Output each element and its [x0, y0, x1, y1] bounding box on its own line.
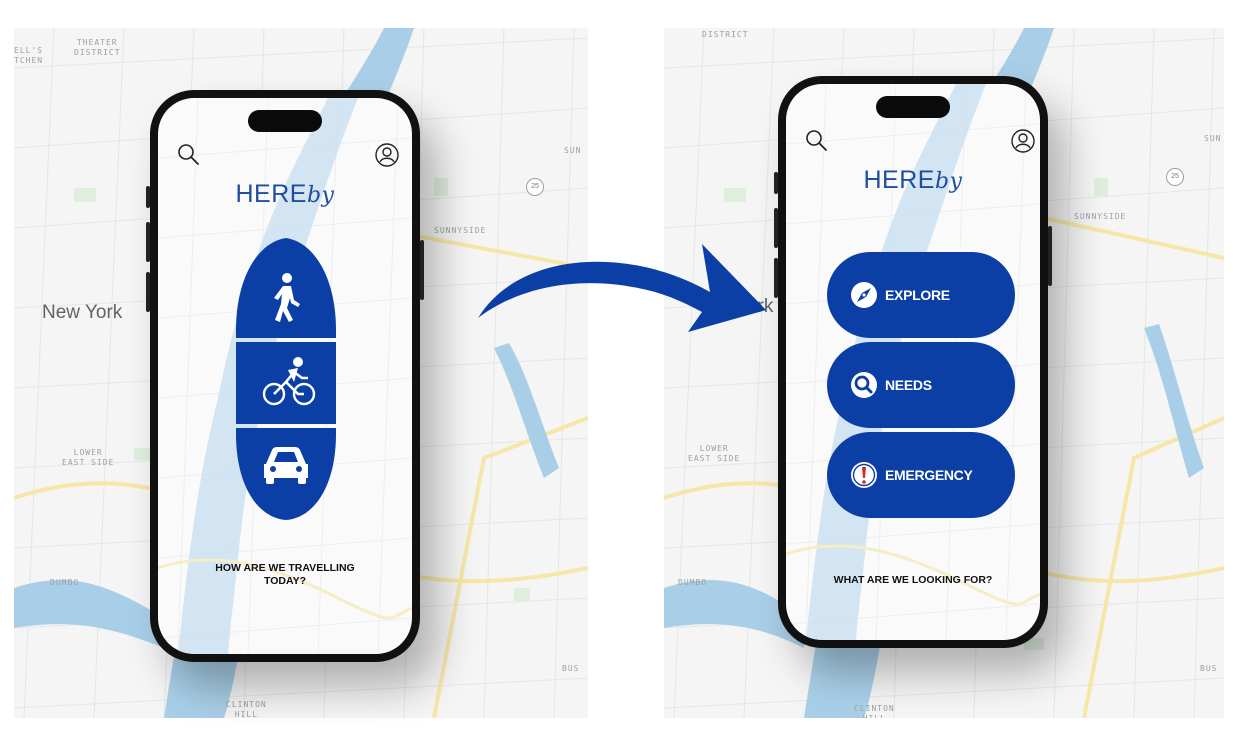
magnifier-icon	[851, 372, 877, 398]
travel-prompt-line2: TODAY?	[263, 575, 306, 587]
dynamic-island	[248, 110, 322, 132]
map-label-lower-east-side: LOWER EAST SIDE	[62, 448, 115, 467]
map-label-new-york: New York	[42, 302, 123, 323]
needs-button[interactable]: NEEDS	[827, 342, 1015, 428]
travel-prompt: HOW ARE WE TRAVELLING TODAY?	[158, 562, 412, 588]
emergency-button[interactable]: EMERGENCY	[827, 432, 1015, 518]
purpose-screen: HEREby EXPLORE NEEDS EMERGENCY WHAT ARE …	[786, 84, 1040, 640]
logo-script: by	[934, 169, 963, 194]
map-label-sun-right: SUN	[1204, 134, 1222, 143]
dynamic-island	[876, 96, 950, 118]
map-label-sunnyside-right: SUNNYSIDE	[1074, 212, 1127, 221]
travel-prompt-line1: HOW ARE WE TRAVELLING	[215, 562, 355, 574]
map-label-clinton-hill-right: CLINTON HILL	[854, 704, 895, 718]
map-label-theater-district-right: THEATER DISTRICT	[702, 28, 749, 39]
search-icon[interactable]	[804, 128, 830, 154]
mode-cycling-button[interactable]	[236, 342, 336, 424]
map-label-theater-district: THEATER DISTRICT	[74, 38, 121, 57]
map-label-bus: BUS	[562, 664, 580, 673]
map-label-lower-east-side-right: LOWER EAST SIDE	[688, 444, 741, 463]
route-25-badge-right: 25	[1166, 168, 1184, 186]
app-logo: HEREby	[158, 180, 412, 209]
map-label-dumbo: DUMBO	[50, 578, 80, 587]
map-label-dumbo-right: DUMBO	[678, 578, 708, 587]
purpose-prompt: WHAT ARE WE LOOKING FOR?	[833, 574, 993, 586]
app-logo: HEREby	[786, 166, 1040, 195]
profile-icon[interactable]	[374, 142, 400, 168]
explore-label: EXPLORE	[885, 287, 950, 303]
map-label-sun: SUN	[564, 146, 582, 155]
map-label-bus-right: BUS	[1200, 664, 1218, 673]
logo-main: HERE	[235, 180, 307, 208]
transition-arrow-icon	[478, 244, 766, 332]
explore-button[interactable]: EXPLORE	[827, 252, 1015, 338]
compass-icon	[851, 282, 877, 308]
travel-mode-selector	[236, 238, 336, 520]
phone-purpose: HEREby EXPLORE NEEDS EMERGENCY WHAT ARE …	[774, 76, 1052, 648]
needs-label: NEEDS	[885, 377, 932, 393]
profile-icon[interactable]	[1010, 128, 1036, 154]
search-icon[interactable]	[176, 142, 202, 168]
route-25-badge: 25	[526, 178, 544, 196]
travel-mode-screen: HEREby HOW ARE WE TRAVELLING TODAY?	[158, 98, 412, 654]
alert-icon	[851, 462, 877, 488]
phone-travel-mode: HEREby HOW ARE WE TRAVELLING TODAY?	[146, 90, 424, 662]
map-label-hells-kitchen: ELL'S TCHEN	[14, 46, 44, 65]
emergency-label: EMERGENCY	[885, 467, 973, 483]
logo-script: by	[306, 183, 335, 208]
mode-driving-button[interactable]	[236, 428, 336, 520]
mode-walking-button[interactable]	[236, 238, 336, 338]
logo-main: HERE	[863, 166, 935, 194]
map-label-clinton-hill: CLINTON HILL	[226, 700, 267, 718]
